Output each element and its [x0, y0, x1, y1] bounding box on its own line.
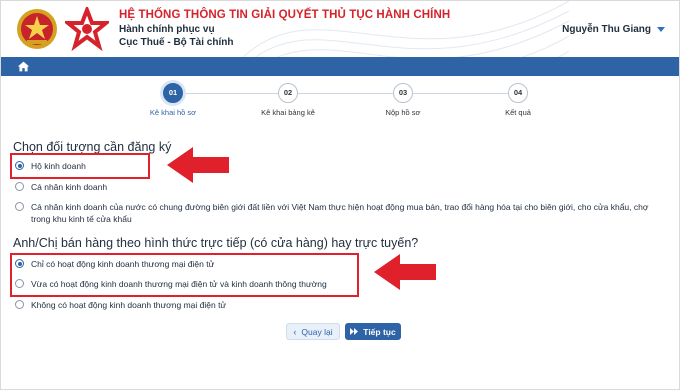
header: HỆ THỐNG THÔNG TIN GIẢI QUYẾT THỦ TỤC HÀ… — [1, 1, 679, 57]
question-2-title: Anh/Chị bán hàng theo hình thức trực tiế… — [13, 236, 419, 250]
home-icon[interactable] — [17, 60, 30, 73]
tax-department-logo-icon — [65, 7, 109, 51]
step-label: Kết quả — [505, 108, 531, 117]
step-02[interactable]: 02 Kê khai bảng kê — [243, 83, 333, 117]
option-ca-nhan-kinh-doanh[interactable]: Cá nhân kinh doanh — [15, 181, 107, 193]
back-button-label: Quay lại — [301, 326, 333, 337]
radio-button[interactable] — [15, 182, 24, 191]
red-arrow-left-icon — [374, 254, 436, 290]
option-label: Cá nhân kinh doanh — [31, 182, 108, 192]
user-menu[interactable]: Nguyễn Thu Giang — [562, 24, 665, 35]
org-line-1: Hành chính phục vụ — [119, 24, 215, 35]
next-button-label: Tiếp tục — [363, 326, 396, 337]
step-label: Kê khai hồ sơ — [149, 108, 197, 117]
system-title: HỆ THỐNG THÔNG TIN GIẢI QUYẾT THỦ TỤC HÀ… — [119, 9, 451, 21]
option-ca-nhan-bien-gioi[interactable]: Cá nhân kinh doanh của nước có chung đườ… — [15, 201, 665, 225]
step-label: Kê khai bảng kê — [261, 108, 315, 117]
radio-button[interactable] — [15, 300, 24, 309]
highlight-box-question-1 — [10, 153, 150, 179]
step-label: Nộp hồ sơ — [385, 108, 421, 117]
forward-icon — [350, 328, 359, 335]
top-navbar — [1, 57, 679, 76]
app-window: HỆ THỐNG THÔNG TIN GIẢI QUYẾT THỦ TỤC HÀ… — [0, 0, 680, 390]
chevron-left-icon: ‹ — [293, 326, 297, 337]
option-khong-tmdt[interactable]: Không có hoạt động kinh doanh thương mại… — [15, 299, 226, 311]
radio-button[interactable] — [15, 202, 24, 211]
option-label: Không có hoạt động kinh doanh thương mại… — [31, 300, 227, 310]
highlight-box-question-2 — [10, 253, 359, 297]
question-1-title: Chọn đối tượng cần đăng ký — [13, 140, 172, 154]
next-button[interactable]: Tiếp tục — [345, 323, 401, 340]
step-number: 04 — [508, 83, 528, 103]
option-label: Cá nhân kinh doanh của nước có chung đườ… — [31, 202, 649, 224]
caret-down-icon — [657, 27, 665, 32]
step-01[interactable]: 01 Kê khai hồ sơ — [128, 83, 218, 117]
user-name: Nguyễn Thu Giang — [562, 24, 651, 35]
red-arrow-left-icon — [167, 147, 229, 183]
step-number: 01 — [163, 83, 183, 103]
step-number: 03 — [393, 83, 413, 103]
step-03[interactable]: 03 Nộp hồ sơ — [358, 83, 448, 117]
org-line-2: Cục Thuế - Bộ Tài chính — [119, 37, 234, 48]
step-04[interactable]: 04 Kết quả — [473, 83, 563, 117]
national-emblem-icon — [17, 9, 57, 49]
step-number: 02 — [278, 83, 298, 103]
back-button[interactable]: ‹ Quay lại — [286, 323, 340, 340]
step-progress: 01 Kê khai hồ sơ 02 Kê khai bảng kê 03 N… — [1, 83, 679, 119]
